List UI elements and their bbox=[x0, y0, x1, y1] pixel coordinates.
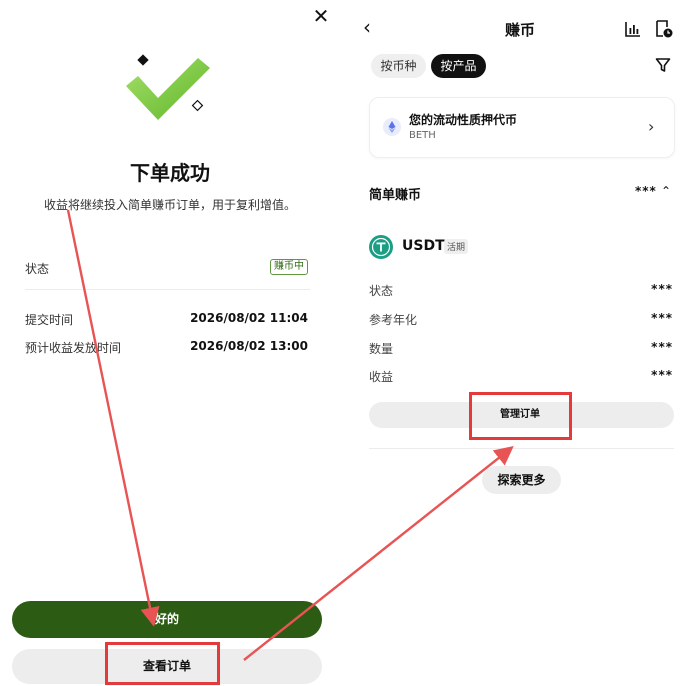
arrow-to-manage-order bbox=[243, 446, 514, 661]
arrow-to-view-order bbox=[66, 209, 160, 627]
annotation-arrows bbox=[66, 209, 514, 661]
